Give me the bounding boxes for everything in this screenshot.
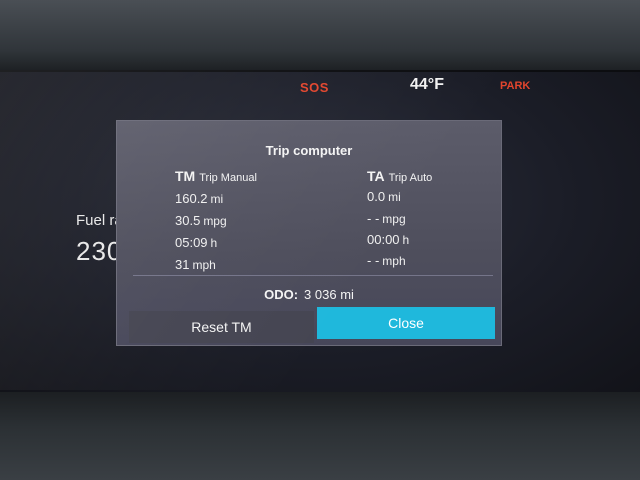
tm-distance: 160.2 mi	[175, 191, 223, 206]
ta-consumption-unit: mpg	[382, 212, 406, 226]
trip-auto-abbr: TA	[367, 168, 385, 184]
tm-distance-unit: mi	[210, 192, 224, 206]
tm-distance-value: 160.2	[175, 191, 208, 206]
ta-time: 00:00 h	[367, 232, 409, 247]
trip-manual-abbr: TM	[175, 168, 196, 184]
ta-consumption-value: - -	[367, 211, 380, 226]
reset-tm-button[interactable]: Reset TM	[129, 311, 314, 343]
tm-time-unit: h	[210, 236, 218, 250]
tm-speed-value: 31	[175, 257, 190, 272]
sos-indicator: SOS	[300, 80, 329, 95]
tm-consumption-unit: mpg	[203, 214, 227, 228]
trip-manual-header: TM Trip Manual	[175, 168, 257, 186]
tm-speed: 31 mph	[175, 257, 216, 272]
dashboard-top	[0, 0, 640, 72]
tm-time-value: 05:09	[175, 235, 208, 250]
dialog-title: Trip computer	[265, 143, 353, 158]
ta-distance: 0.0 mi	[367, 189, 401, 204]
trip-auto-header: TA Trip Auto	[367, 168, 432, 186]
odometer-label: ODO:	[264, 287, 299, 302]
ta-speed: - - mph	[367, 253, 406, 268]
odometer: ODO: 3 036 mi	[117, 287, 501, 302]
trip-manual-name: Trip Manual	[199, 172, 257, 184]
ta-speed-unit: mph	[382, 254, 406, 268]
trip-auto-name: Trip Auto	[388, 172, 433, 184]
ta-time-value: 00:00	[367, 232, 400, 247]
dialog-divider	[133, 275, 493, 276]
tm-time: 05:09 h	[175, 235, 217, 250]
tm-consumption: 30.5 mpg	[175, 213, 227, 228]
trip-computer-dialog: Trip computer TM Trip Manual TA Trip Auto …	[116, 120, 502, 346]
ta-consumption: - - mpg	[367, 211, 406, 226]
ta-distance-value: 0.0	[367, 189, 386, 204]
dashboard-bottom	[0, 392, 640, 480]
photo-frame: SOS 44°F PARK Fuel range 230 Trip comput…	[0, 0, 640, 480]
tm-consumption-value: 30.5	[175, 213, 201, 228]
odometer-value: 3 036	[304, 287, 337, 302]
odometer-unit: mi	[340, 287, 354, 302]
ta-distance-unit: mi	[388, 190, 401, 204]
gear-indicator: PARK	[500, 80, 531, 92]
tm-speed-unit: mph	[192, 258, 216, 272]
ta-time-unit: h	[402, 233, 410, 247]
outside-temperature: 44°F	[410, 76, 444, 93]
ta-speed-value: - -	[367, 253, 380, 268]
close-button[interactable]: Close	[317, 307, 495, 339]
